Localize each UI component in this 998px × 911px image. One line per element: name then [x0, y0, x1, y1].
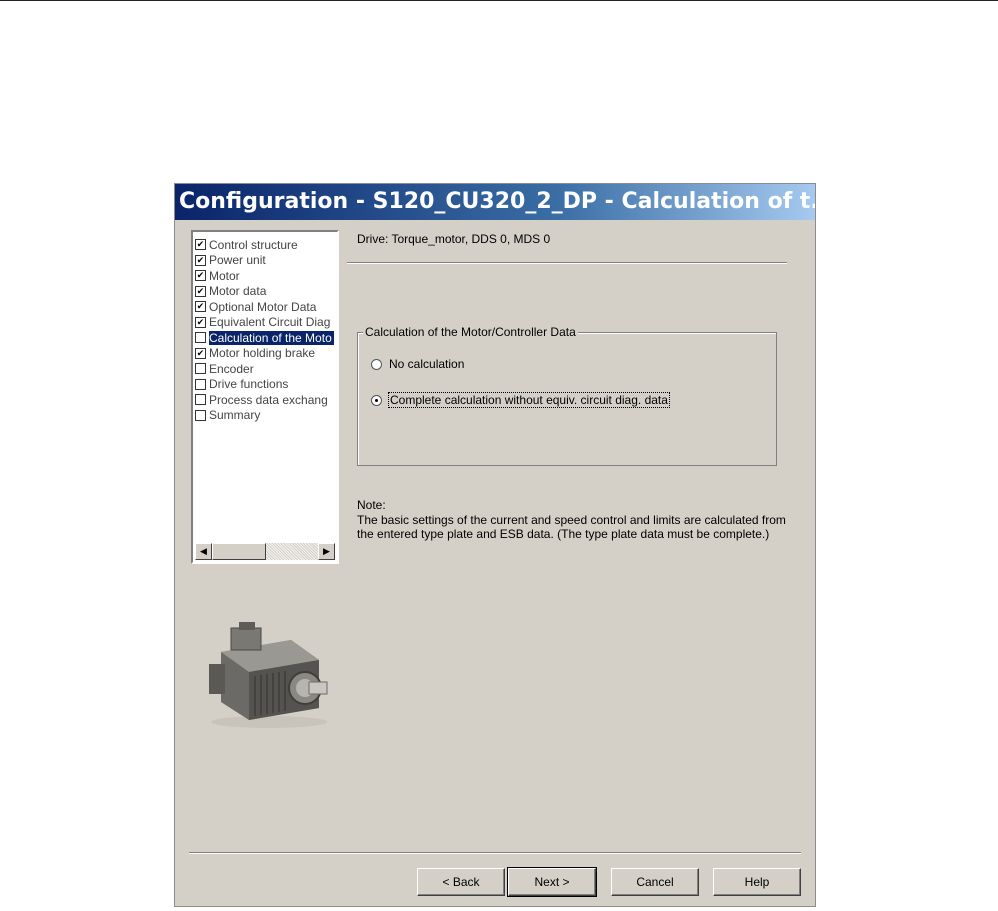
checkbox-unchecked-icon[interactable] — [195, 394, 206, 406]
nav-item-label[interactable]: Optional Motor Data — [209, 300, 316, 314]
checkbox-checked-icon[interactable]: ✔ — [195, 254, 206, 266]
checkbox-unchecked-icon[interactable] — [195, 409, 206, 421]
header-separator — [347, 262, 787, 264]
no-calculation-radio[interactable] — [371, 358, 382, 370]
nav-item[interactable]: ✔ Motor holding brake — [195, 346, 337, 362]
nav-item-label[interactable]: Motor holding brake — [209, 346, 315, 360]
nav-item-label[interactable]: Motor — [209, 269, 240, 283]
note-text: The basic settings of the current and sp… — [357, 512, 786, 542]
nav-item[interactable]: Process data exchang — [195, 392, 337, 408]
page-top-rule — [0, 0, 998, 1]
nav-item-label[interactable]: Encoder — [209, 362, 254, 376]
checkbox-checked-icon[interactable]: ✔ — [195, 347, 206, 359]
complete-calculation-radio[interactable] — [371, 394, 382, 406]
checkbox-checked-icon[interactable]: ✔ — [195, 285, 206, 297]
checkbox-checked-icon[interactable]: ✔ — [195, 270, 206, 282]
navigation-horizontal-scrollbar[interactable]: ◀ ▶ — [195, 543, 335, 560]
checkbox-checked-icon[interactable]: ✔ — [195, 239, 206, 251]
nav-item[interactable]: ✔ Motor — [195, 268, 337, 284]
configuration-dialog: Configuration - S120_CU320_2_DP - Calcul… — [174, 183, 816, 907]
nav-item-label[interactable]: Motor data — [209, 284, 266, 298]
nav-item[interactable]: ✔ Power unit — [195, 253, 337, 269]
nav-item[interactable]: ✔ Motor data — [195, 284, 337, 300]
nav-item-label[interactable]: Control structure — [209, 238, 298, 252]
checkbox-unchecked-icon[interactable] — [195, 363, 206, 375]
note-block: Note: The basic settings of the current … — [357, 498, 797, 542]
scroll-right-arrow-icon[interactable]: ▶ — [318, 543, 335, 560]
checkbox-unchecked-icon[interactable] — [195, 378, 206, 390]
next-button[interactable]: Next > — [507, 867, 597, 897]
nav-item-label[interactable]: Process data exchang — [209, 393, 328, 407]
drive-info-label: Drive: Torque_motor, DDS 0, MDS 0 — [357, 232, 551, 246]
navigation-list: ✔ Control structure ✔ Power unit ✔ Motor ✔ Moto… — [195, 237, 337, 423]
back-button[interactable]: < Back — [417, 868, 505, 896]
footer-separator — [189, 852, 801, 854]
help-button[interactable]: Help — [713, 868, 801, 896]
nav-item-label[interactable]: Drive functions — [209, 377, 288, 391]
no-calculation-label[interactable]: No calculation — [389, 357, 464, 371]
nav-item[interactable]: Drive functions — [195, 377, 337, 393]
no-calculation-option[interactable]: No calculation — [371, 357, 464, 371]
nav-item[interactable]: Summary — [195, 408, 337, 424]
checkbox-unchecked-icon[interactable] — [195, 332, 206, 344]
nav-item[interactable]: ✔ Control structure — [195, 237, 337, 253]
nav-item[interactable]: Calculation of the Moto — [195, 330, 337, 346]
nav-item-label[interactable]: Power unit — [209, 253, 266, 267]
nav-item-label[interactable]: Equivalent Circuit Diag — [209, 315, 330, 329]
dialog-title: Configuration - S120_CU320_2_DP - Calcul… — [175, 184, 815, 220]
checkbox-checked-icon[interactable]: ✔ — [195, 301, 206, 313]
note-title: Note: — [357, 498, 386, 512]
scrollbar-thumb[interactable] — [212, 543, 266, 560]
calculation-group-title: Calculation of the Motor/Controller Data — [363, 325, 578, 339]
nav-item[interactable]: ✔ Optional Motor Data — [195, 299, 337, 315]
complete-calculation-option[interactable]: Complete calculation without equiv. circ… — [371, 392, 670, 408]
nav-item-label[interactable]: Summary — [209, 408, 260, 422]
navigation-tree: ✔ Control structure ✔ Power unit ✔ Motor ✔ Moto… — [191, 230, 339, 564]
cancel-button[interactable]: Cancel — [611, 868, 699, 896]
nav-item[interactable]: Encoder — [195, 361, 337, 377]
nav-item[interactable]: ✔ Equivalent Circuit Diag — [195, 315, 337, 331]
checkbox-checked-icon[interactable]: ✔ — [195, 316, 206, 328]
nav-item-label[interactable]: Calculation of the Moto — [209, 330, 334, 345]
motor-illustration — [209, 622, 328, 728]
scroll-left-arrow-icon[interactable]: ◀ — [195, 543, 212, 560]
complete-calculation-label[interactable]: Complete calculation without equiv. circ… — [388, 392, 670, 408]
